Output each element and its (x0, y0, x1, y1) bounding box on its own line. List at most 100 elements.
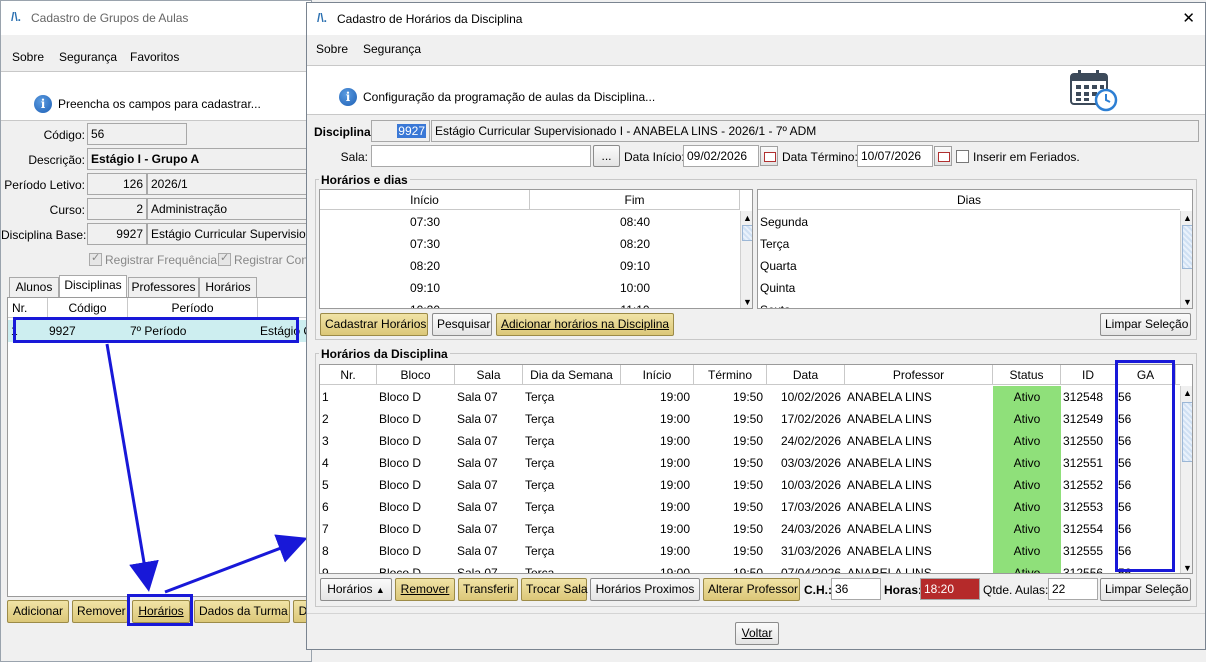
cell-professor: ANABELA LINS (847, 456, 932, 470)
inserir-feriados-label: Inserir em Feriados. (973, 150, 1080, 164)
scroll-up-icon[interactable]: ▲ (1181, 211, 1192, 225)
cell-dia-semana: Terça (525, 522, 555, 536)
ch-field[interactable]: 36 (831, 578, 881, 600)
scroll-down-icon[interactable]: ▼ (1181, 295, 1192, 308)
list-item[interactable]: 10:2011:10 (320, 299, 740, 308)
cadastrar-horarios-button[interactable]: Cadastrar Horários (320, 313, 428, 336)
col-termino[interactable]: Término (694, 365, 767, 385)
disciplina-id-field[interactable]: 9927 (371, 120, 430, 142)
cell-sala: Sala 07 (457, 522, 498, 536)
remover-button[interactable]: Remover (395, 578, 455, 601)
limpar-selecao-button[interactable]: Limpar Seleção (1100, 313, 1191, 336)
col-data[interactable]: Data (767, 365, 845, 385)
col-status[interactable]: Status (993, 365, 1061, 385)
table-row[interactable]: 2 Bloco D Sala 07 Terça 19:00 19:50 17/02/2026… (320, 408, 1180, 430)
cell-fim: 09:10 (619, 259, 651, 273)
cell-inicio: 19:00 (659, 478, 690, 492)
qtde-aulas-field[interactable]: 22 (1048, 578, 1098, 600)
col-inicio[interactable]: Início (320, 190, 530, 210)
horarios-menu-button[interactable]: Horários ▲ (320, 578, 392, 601)
col-inicio[interactable]: Início (621, 365, 694, 385)
inserir-feriados-checkbox[interactable] (956, 150, 969, 163)
col-fim[interactable]: Fim (530, 190, 740, 210)
cell-termino: 19:50 (732, 390, 763, 404)
table-row[interactable]: 6 Bloco D Sala 07 Terça 19:00 19:50 17/03/2026… (320, 496, 1180, 518)
cell-termino: 19:50 (732, 566, 763, 574)
cell-sala: Sala 07 (457, 456, 498, 470)
scroll-up-icon[interactable]: ▲ (741, 211, 752, 225)
horarios-scrollbar[interactable]: ▲ ▼ (740, 211, 752, 308)
menu-seguranca[interactable]: Segurança (363, 42, 421, 56)
list-item[interactable]: 08:20 09:10 (320, 255, 740, 277)
horas-field[interactable]: 18:20 (920, 578, 980, 600)
cell-nr: 7 (322, 522, 329, 536)
col-nr[interactable]: Nr. (320, 365, 377, 385)
scroll-thumb[interactable] (1182, 402, 1192, 462)
data-inicio-calendar-icon[interactable] (760, 146, 778, 166)
dias-scrollbar[interactable]: ▲ ▼ (1180, 211, 1192, 308)
table-row[interactable]: 4 Bloco D Sala 07 Terça 19:00 19:50 03/03/2026… (320, 452, 1180, 474)
ch-label: C.H.: (804, 583, 832, 597)
cell-sala: Sala 07 (457, 544, 498, 558)
list-item[interactable]: 07:30 08:20 (320, 233, 740, 255)
scroll-thumb[interactable] (742, 225, 752, 241)
cell-nr: 8 (322, 544, 329, 558)
scroll-down-icon[interactable]: ▼ (1181, 561, 1192, 573)
table-row[interactable]: 7 Bloco D Sala 07 Terça 19:00 19:50 24/03/2026… (320, 518, 1180, 540)
scroll-up-icon[interactable]: ▲ (1181, 386, 1192, 400)
cell-fim: 08:40 (619, 215, 651, 229)
menu-sobre[interactable]: Sobre (316, 42, 348, 56)
col-id[interactable]: ID (1061, 365, 1116, 385)
cell-dia-semana: Terça (525, 456, 555, 470)
scroll-thumb[interactable] (1182, 225, 1192, 269)
cell-inicio: 07:30 (409, 237, 441, 251)
cell-termino: 19:50 (732, 412, 763, 426)
close-icon[interactable]: ✕ (1182, 9, 1195, 27)
sala-label: Sala: (340, 150, 368, 164)
list-item[interactable]: Terça (760, 233, 1178, 255)
sala-field[interactable] (371, 145, 591, 167)
dias-rows: SegundaTerçaQuartaQuintaSexta (758, 211, 1180, 308)
data-termino-calendar-icon[interactable] (934, 146, 952, 166)
table-row[interactable]: 8 Bloco D Sala 07 Terça 19:00 19:50 31/03/2026… (320, 540, 1180, 562)
table-body: 1 Bloco D Sala 07 Terça 19:00 19:50 10/02/2026… (320, 386, 1180, 574)
data-termino-field[interactable]: 10/07/2026 (857, 145, 933, 167)
cell-bloco: Bloco D (379, 566, 422, 574)
col-bloco[interactable]: Bloco (377, 365, 455, 385)
dias-grid-header: Dias (758, 190, 1180, 210)
cell-status: Ativo (993, 562, 1061, 573)
list-item[interactable]: Sexta (760, 299, 1178, 308)
disciplina-desc-field[interactable]: Estágio Curricular Supervisionado I - AN… (431, 120, 1199, 142)
trocar-sala-button[interactable]: Trocar Sala (521, 578, 588, 601)
sala-search-button[interactable]: ... (593, 145, 620, 167)
col-dias[interactable]: Dias (758, 190, 1180, 210)
list-item[interactable]: Segunda (760, 211, 1178, 233)
scroll-down-icon[interactable]: ▼ (741, 295, 752, 308)
table-row[interactable]: 3 Bloco D Sala 07 Terça 19:00 19:50 24/02/2026… (320, 430, 1180, 452)
cell-data: 31/03/2026 (780, 544, 841, 558)
horarios-menu-label: Horários (327, 582, 373, 596)
cell-data: 17/02/2026 (780, 412, 841, 426)
col-dia-semana[interactable]: Dia da Semana (523, 365, 621, 385)
col-sala[interactable]: Sala (455, 365, 523, 385)
table-row[interactable]: 9 Bloco D Sala 07 Terça 19:00 19:50 07/04/2026… (320, 562, 1180, 574)
transferir-button[interactable]: Transferir (458, 578, 518, 601)
list-item[interactable]: 09:10 10:00 (320, 277, 740, 299)
cell-bloco: Bloco D (379, 544, 422, 558)
alterar-professor-button[interactable]: Alterar Professor (703, 578, 800, 601)
list-item[interactable]: 07:30 08:40 (320, 211, 740, 233)
table-row[interactable]: 5 Bloco D Sala 07 Terça 19:00 19:50 10/03/2026… (320, 474, 1180, 496)
limpar-selecao-2-button[interactable]: Limpar Seleção (1100, 578, 1191, 601)
cell-data: 10/02/2026 (780, 390, 841, 404)
data-inicio-field[interactable]: 09/02/2026 (683, 145, 759, 167)
list-item[interactable]: Quinta (760, 277, 1178, 299)
pesquisar-button[interactable]: Pesquisar (432, 313, 492, 336)
table-scrollbar[interactable]: ▲ ▼ (1180, 386, 1192, 573)
horarios-proximos-button[interactable]: Horários Proximos (590, 578, 700, 601)
voltar-button[interactable]: Voltar (735, 622, 779, 645)
adicionar-horarios-button[interactable]: Adicionar horários na Disciplina (496, 313, 674, 336)
col-professor[interactable]: Professor (845, 365, 993, 385)
horarios-rows: 07:30 08:40 07:30 08:20 08:20 09:10 09:10 10:00… (320, 211, 740, 308)
list-item[interactable]: Quarta (760, 255, 1178, 277)
table-row[interactable]: 1 Bloco D Sala 07 Terça 19:00 19:50 10/02/2026… (320, 386, 1180, 408)
